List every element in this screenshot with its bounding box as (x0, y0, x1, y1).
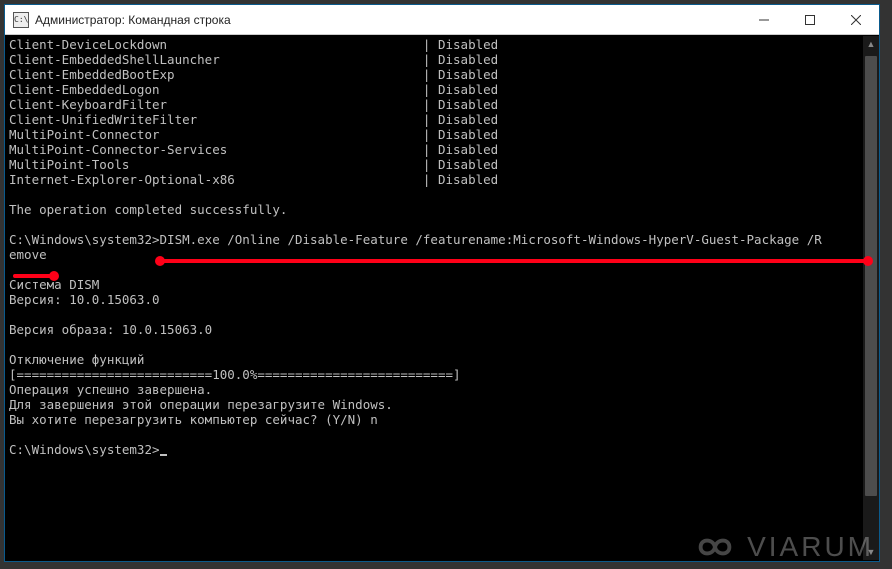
terminal-line (9, 187, 875, 202)
terminal-line: The operation completed successfully. (9, 202, 875, 217)
scrollbar-vertical[interactable]: ▲ ▼ (863, 36, 879, 560)
terminal-line: Client-DeviceLockdown | Disabled (9, 37, 875, 52)
terminal-line: Отключение функций (9, 352, 875, 367)
terminal-line: Операция успешно завершена. (9, 382, 875, 397)
minimize-button[interactable] (741, 5, 787, 34)
terminal-line: MultiPoint-Connector-Services | Disabled (9, 142, 875, 157)
terminal-line: [==========================100.0%=======… (9, 367, 875, 382)
terminal-line: Для завершения этой операции перезагрузи… (9, 397, 875, 412)
command-prompt-window: Администратор: Командная строка Client-D… (4, 4, 880, 562)
terminal-line (9, 307, 875, 322)
close-button[interactable] (833, 5, 879, 34)
titlebar[interactable]: Администратор: Командная строка (5, 5, 879, 35)
terminal-line: MultiPoint-Tools | Disabled (9, 157, 875, 172)
terminal-line: MultiPoint-Connector | Disabled (9, 127, 875, 142)
terminal-line: Вы хотите перезагрузить компьютер сейчас… (9, 412, 875, 427)
window-title: Администратор: Командная строка (35, 13, 741, 27)
terminal-line: Client-EmbeddedLogon | Disabled (9, 82, 875, 97)
scrollbar-thumb[interactable] (865, 56, 877, 496)
cmd-icon (13, 12, 29, 28)
terminal-line: Версия: 10.0.15063.0 (9, 292, 875, 307)
maximize-button[interactable] (787, 5, 833, 34)
cursor (160, 454, 167, 456)
window-controls (741, 5, 879, 34)
terminal-line (9, 217, 875, 232)
terminal-output[interactable]: Client-DeviceLockdown | DisabledClient-E… (5, 35, 879, 561)
terminal-line (9, 262, 875, 277)
terminal-line: Client-EmbeddedShellLauncher | Disabled (9, 52, 875, 67)
terminal-line: Client-KeyboardFilter | Disabled (9, 97, 875, 112)
terminal-line: Client-UnifiedWriteFilter | Disabled (9, 112, 875, 127)
terminal-line: Cистема DISM (9, 277, 875, 292)
terminal-line (9, 427, 875, 442)
terminal-line: emove (9, 247, 875, 262)
terminal-line: Client-EmbeddedBootExp | Disabled (9, 67, 875, 82)
terminal-line: Версия образа: 10.0.15063.0 (9, 322, 875, 337)
terminal-prompt[interactable]: C:\Windows\system32> (9, 442, 875, 457)
terminal-line: C:\Windows\system32>DISM.exe /Online /Di… (9, 232, 875, 247)
scroll-down-arrow[interactable]: ▼ (863, 544, 879, 560)
terminal-line: Internet-Explorer-Optional-x86 | Disable… (9, 172, 875, 187)
terminal-line (9, 337, 875, 352)
scroll-up-arrow[interactable]: ▲ (863, 36, 879, 52)
